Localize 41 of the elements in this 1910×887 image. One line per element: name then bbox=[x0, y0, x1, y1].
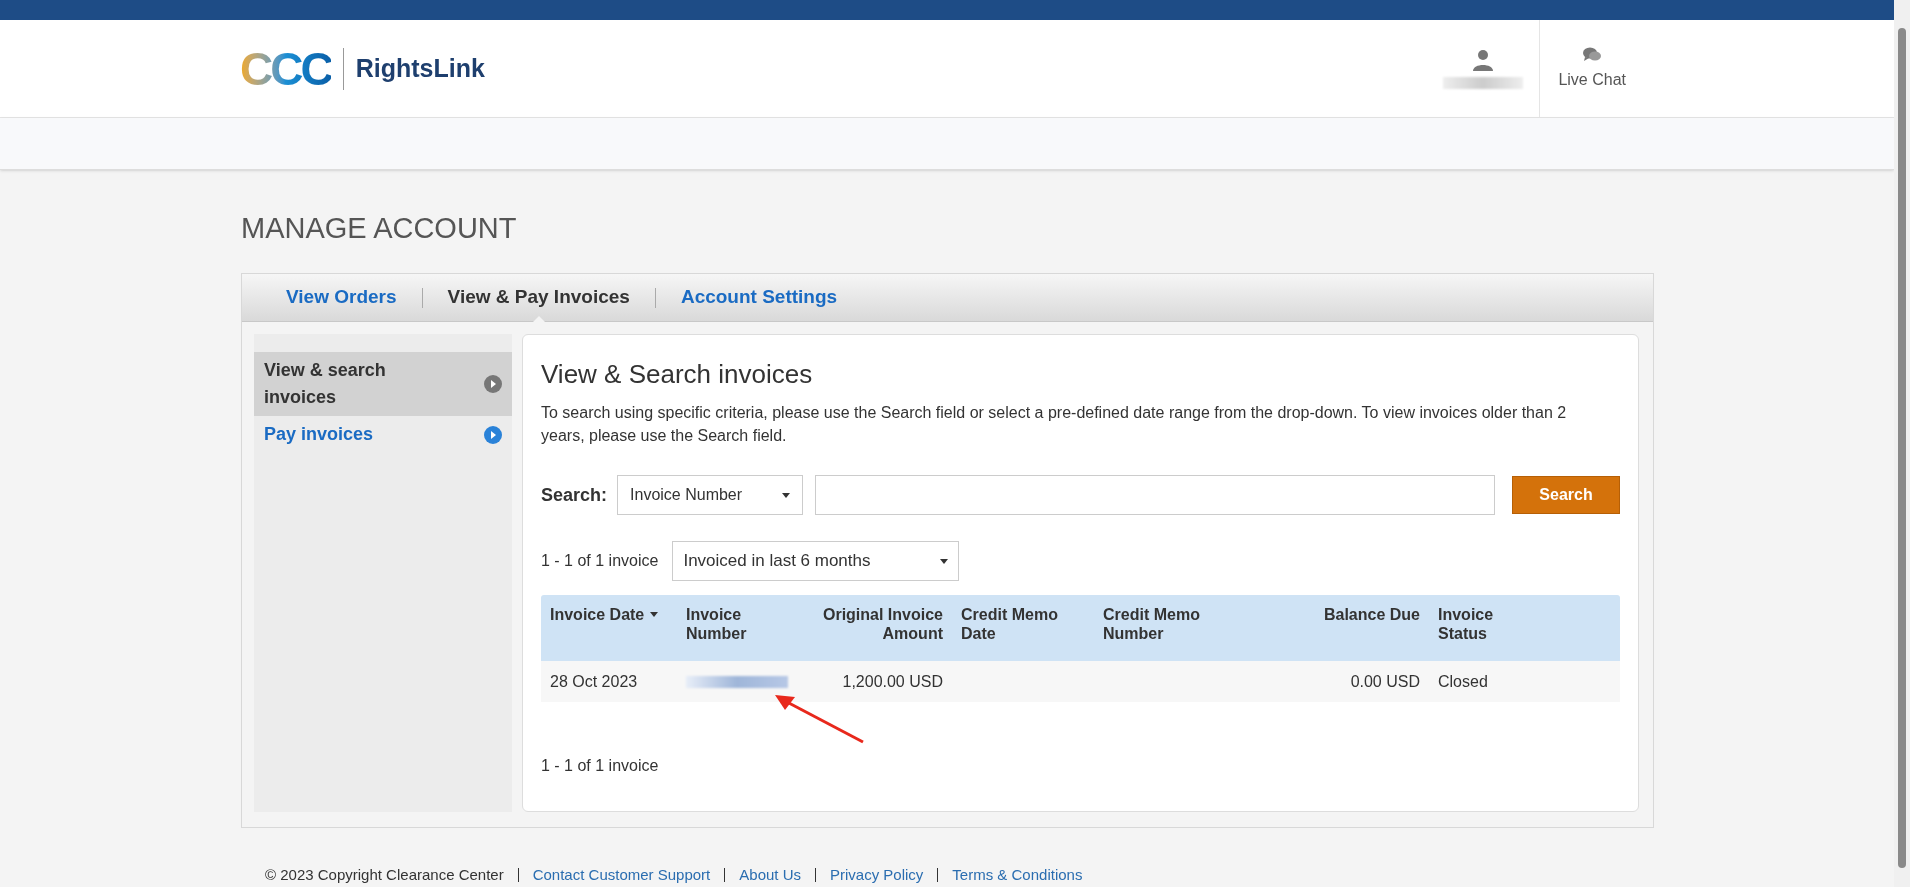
table-row[interactable]: 28 Oct 2023 1,200.00 USD 0.00 USD Closed bbox=[541, 661, 1620, 702]
arrow-circle-icon bbox=[484, 425, 502, 444]
blurred-username[interactable] bbox=[1443, 76, 1524, 89]
footer-link[interactable]: Privacy Policy bbox=[830, 864, 924, 887]
column-header[interactable]: Credit Memo Number bbox=[1103, 605, 1235, 643]
result-count: 1 - 1 of 1 invoice bbox=[541, 551, 659, 571]
tab[interactable]: Account Settings bbox=[680, 286, 838, 308]
search-type-dropdown[interactable]: Invoice Number bbox=[617, 475, 804, 515]
tab-pointer bbox=[531, 316, 546, 324]
column-header[interactable]: Credit Memo Date bbox=[961, 605, 1085, 643]
blurred-invoice-link[interactable] bbox=[686, 675, 788, 688]
table-cell-text: 0.00 USD bbox=[1350, 671, 1420, 692]
tab[interactable]: View & Pay Invoices bbox=[447, 286, 630, 308]
search-label: Search: bbox=[541, 483, 608, 507]
result-count: 1 - 1 of 1 invoice bbox=[541, 756, 660, 776]
footer-link[interactable]: Terms & Conditions bbox=[952, 864, 1083, 887]
search-input[interactable] bbox=[815, 475, 1496, 515]
column-header[interactable]: Original Invoice Amount bbox=[806, 605, 943, 643]
sidebar-item[interactable]: Pay invoices bbox=[254, 416, 512, 453]
sidebar-item[interactable]: View & search invoices bbox=[254, 352, 512, 416]
footer-link[interactable]: Contact Customer Support bbox=[532, 864, 711, 887]
live-chat-link[interactable]: Live Chat bbox=[1558, 67, 1626, 92]
footer-link[interactable]: About Us bbox=[739, 864, 801, 887]
copyright-text: © 2023 Copyright Clearance Center bbox=[265, 865, 504, 885]
column-header[interactable]: Invoice Date bbox=[550, 605, 659, 624]
intro-text: To search using specific criteria, please use the Search field or select a pre-defined date range from the drop-down. To view invoices older than 2 years, please use the Search field. bbox=[541, 403, 1568, 446]
table-cell-text: 1,200.00 USD bbox=[842, 671, 943, 692]
date-range-dropdown[interactable]: Invoiced in last 6 months bbox=[672, 541, 960, 581]
page-title: MANAGE ACCOUNT bbox=[241, 214, 518, 243]
table-cell-text: 28 Oct 2023 bbox=[550, 671, 638, 692]
section-title: View & Search invoices bbox=[541, 361, 814, 387]
user-icon[interactable] bbox=[1472, 48, 1495, 71]
arrow-circle-icon bbox=[484, 375, 502, 393]
column-header[interactable]: Invoice Number bbox=[686, 605, 788, 643]
scrollbar-thumb[interactable] bbox=[1898, 28, 1906, 868]
column-header[interactable]: Balance Due bbox=[1323, 605, 1420, 624]
tab[interactable]: View Orders bbox=[286, 286, 397, 308]
table-cell-text: Closed bbox=[1438, 671, 1488, 692]
logo-name: RightsLink bbox=[355, 52, 485, 84]
chat-icon[interactable] bbox=[1582, 45, 1603, 64]
column-header[interactable]: Invoice Status bbox=[1438, 605, 1510, 643]
